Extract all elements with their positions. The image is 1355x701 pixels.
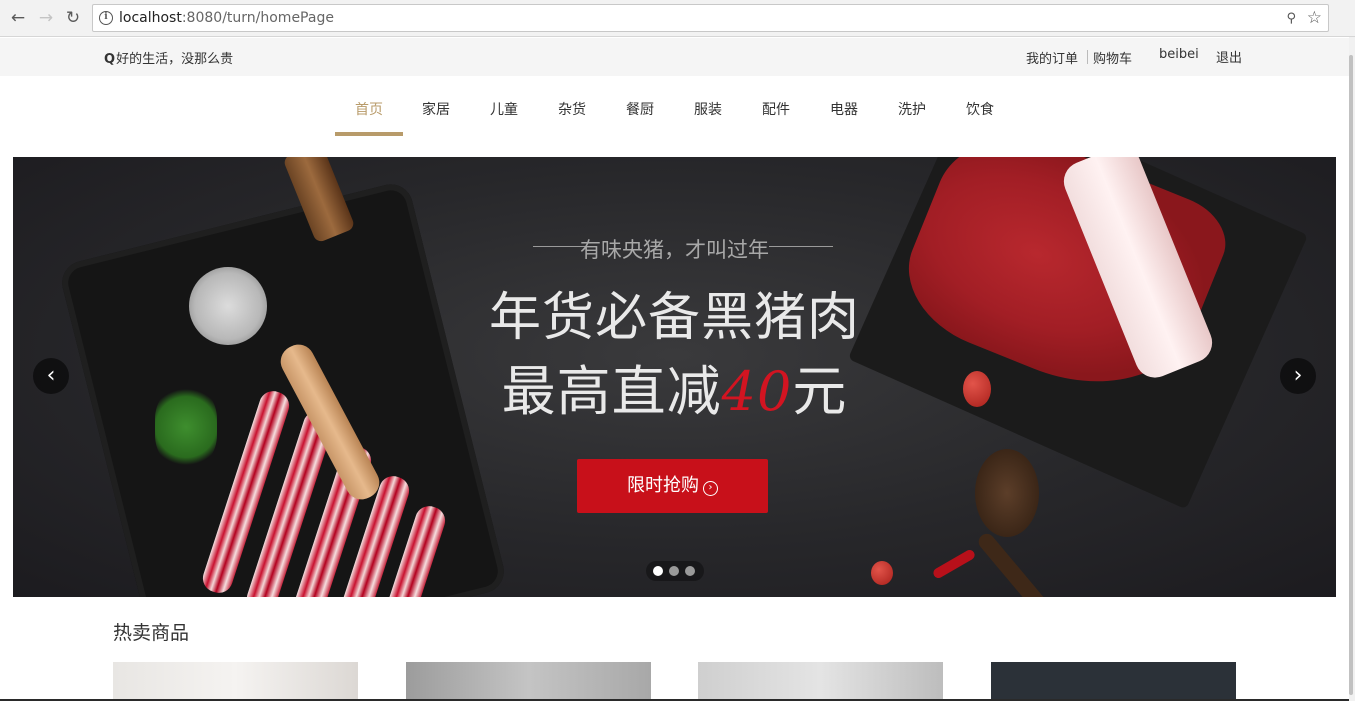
url-text[interactable]: localhost:8080/turn/homePage <box>119 10 334 26</box>
my-orders-link[interactable]: 我的订单 <box>1026 48 1078 67</box>
headline-prefix: 最高直减 <box>501 360 722 423</box>
forward-icon[interactable]: → <box>36 8 56 28</box>
active-nav-underline <box>335 132 403 136</box>
nav-item-care[interactable]: 洗护 <box>898 99 926 119</box>
page-scrollbar[interactable] <box>1349 37 1355 701</box>
info-icon[interactable]: i <box>99 11 113 25</box>
hot-products-title: 热卖商品 <box>113 622 190 644</box>
nav-item-home[interactable]: 首页 <box>355 99 383 119</box>
nav-item-kitchen[interactable]: 餐厨 <box>626 99 654 119</box>
product-card[interactable] <box>991 662 1236 701</box>
next-slide-button[interactable]: › <box>1280 358 1316 394</box>
chevron-left-icon: ‹ <box>46 363 56 388</box>
search-icon[interactable]: Q <box>104 52 115 67</box>
banner-tagline: 有味央猪，才叫过年 <box>580 238 769 262</box>
slide-dot[interactable] <box>669 566 679 576</box>
banner-carousel[interactable]: 有味央猪，才叫过年 年货必备黑猪肉 最高直减40元 限时抢购 › ‹ › <box>13 157 1336 597</box>
product-card[interactable] <box>113 662 358 701</box>
key-icon[interactable]: ⚲ <box>1286 11 1296 26</box>
slogan: Q好的生活，没那么贵 <box>104 48 233 67</box>
slide-dot[interactable] <box>653 566 663 576</box>
banner-headline-1: 年货必备黑猪肉 <box>488 288 860 348</box>
product-card[interactable] <box>406 662 651 701</box>
main-nav: 首页 家居 儿童 杂货 餐厨 服装 配件 电器 洗护 饮食 <box>0 76 1349 137</box>
scrollbar-thumb[interactable] <box>1349 55 1353 695</box>
tomato-image <box>871 561 893 585</box>
slide-dot[interactable] <box>685 566 695 576</box>
url-path: :8080/turn/homePage <box>181 10 334 26</box>
slide-indicators <box>646 561 704 581</box>
username-link[interactable]: beibei <box>1159 47 1199 62</box>
reload-icon[interactable]: ↻ <box>63 8 83 28</box>
discount-number: 40 <box>721 360 793 423</box>
product-card[interactable] <box>698 662 943 701</box>
browser-toolbar: ← → ↻ i localhost:8080/turn/homePage ⚲ ☆ <box>0 0 1355 37</box>
nav-item-home-living[interactable]: 家居 <box>422 99 450 119</box>
prev-slide-button[interactable]: ‹ <box>33 358 69 394</box>
divider <box>1087 50 1088 64</box>
nav-item-accessories[interactable]: 配件 <box>762 99 790 119</box>
chili-image <box>931 548 977 580</box>
banner-headline-2: 最高直减40元 <box>13 347 1336 426</box>
nav-item-appliances[interactable]: 电器 <box>830 99 858 119</box>
nav-item-clothing[interactable]: 服装 <box>694 99 722 119</box>
cart-link[interactable]: 购物车 <box>1093 48 1132 67</box>
address-bar[interactable]: i localhost:8080/turn/homePage ⚲ ☆ <box>92 4 1329 32</box>
spoon-image <box>975 449 1039 537</box>
star-icon[interactable]: ☆ <box>1307 8 1322 28</box>
top-bar: Q好的生活，没那么贵 我的订单 购物车 beibei 退出 <box>0 38 1349 76</box>
flash-sale-button[interactable]: 限时抢购 › <box>577 459 768 513</box>
spoon-handle-image <box>975 530 1091 597</box>
url-host: localhost <box>119 10 182 26</box>
back-icon[interactable]: ← <box>8 8 28 28</box>
flash-sale-label: 限时抢购 <box>627 475 699 496</box>
nav-item-goods[interactable]: 杂货 <box>558 99 586 119</box>
chevron-right-icon: › <box>1293 363 1303 388</box>
nav-item-kids[interactable]: 儿童 <box>490 99 518 119</box>
logout-link[interactable]: 退出 <box>1216 47 1242 66</box>
arrow-circle-icon: › <box>703 481 718 496</box>
headline-suffix: 元 <box>792 360 848 423</box>
nav-item-food[interactable]: 饮食 <box>966 99 994 119</box>
slogan-text: 好的生活，没那么贵 <box>116 52 234 67</box>
